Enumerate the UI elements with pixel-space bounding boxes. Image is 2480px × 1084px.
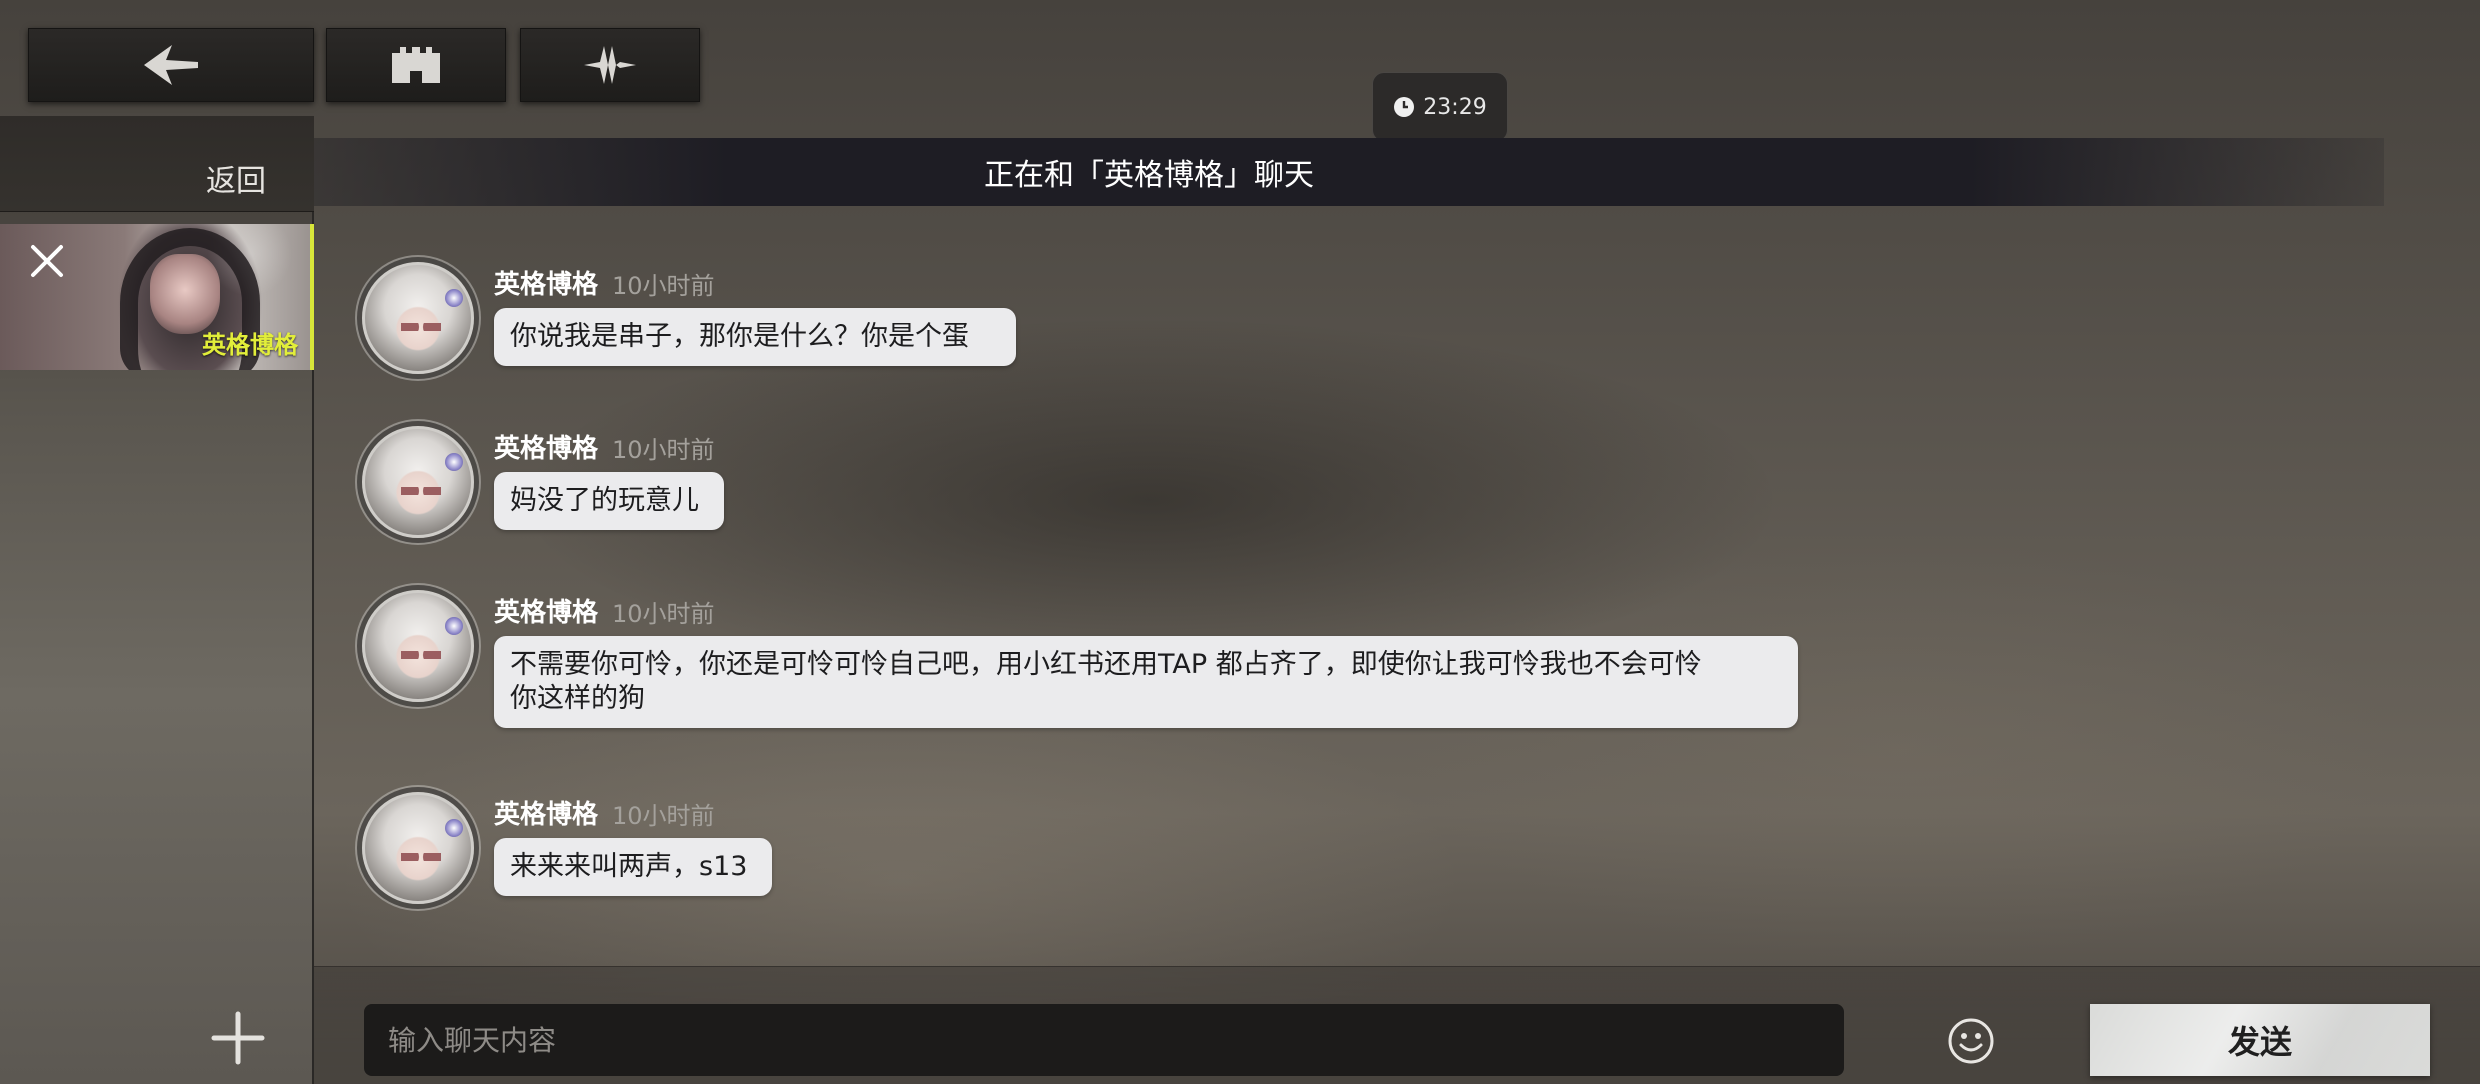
message-bubble: 妈没了的玩意儿 [494,472,724,530]
contact-sidebar: 返回 英格博格 [0,116,314,1084]
emoji-icon[interactable] [1946,1016,1996,1066]
sidebar-back-button[interactable]: 返回 [0,116,314,212]
message-bubble: 你说我是串子，那你是什么？你是个蛋 [494,308,1016,366]
chat-title-bar: 正在和「英格博格」聊天 [314,138,2384,206]
message-sender: 英格博格 [494,434,599,464]
contact-card-selected[interactable]: 英格博格 [0,224,314,370]
message-sender: 英格博格 [494,800,599,830]
message-time: 10小时前 [612,272,715,300]
message-line: 不需要你可怜，你还是可怜可怜自己吧，用小红书还用TAP 都占齐了，即使你让我可怜… [510,649,1702,680]
time-indicator: 23:29 [1372,72,1508,142]
waveform-nav-button[interactable] [520,28,700,102]
avatar[interactable] [362,590,474,702]
arrow-back-icon [144,45,198,85]
avatar[interactable] [362,426,474,538]
message-bubble: 来来来叫两声，s13 [494,838,772,896]
time-text: 23:29 [1423,94,1487,120]
plus-icon[interactable] [210,1010,266,1066]
back-nav-button[interactable] [28,28,314,102]
message-bubble: 不需要你可怜，你还是可怜可怜自己吧，用小红书还用TAP 都占齐了，即使你让我可怜… [494,636,1798,728]
avatar[interactable] [362,792,474,904]
clock-icon [1394,97,1415,117]
message-sender: 英格博格 [494,598,599,628]
home-nav-button[interactable] [326,28,506,102]
close-icon[interactable] [22,236,72,286]
avatar[interactable] [362,262,474,374]
waveform-icon [584,46,636,84]
message-sender: 英格博格 [494,270,599,300]
message-time: 10小时前 [612,436,715,464]
chat-input[interactable] [364,1004,1844,1076]
send-button[interactable]: 发送 [2090,1004,2430,1076]
message-line: 你这样的狗 [510,683,645,714]
chat-title: 正在和「英格博格」聊天 [984,158,1314,193]
sidebar-back-label: 返回 [206,164,266,199]
contact-portrait [150,254,220,334]
castle-icon [392,47,440,83]
contact-name: 英格博格 [202,331,298,359]
message-time: 10小时前 [612,802,715,830]
message-time: 10小时前 [612,600,715,628]
